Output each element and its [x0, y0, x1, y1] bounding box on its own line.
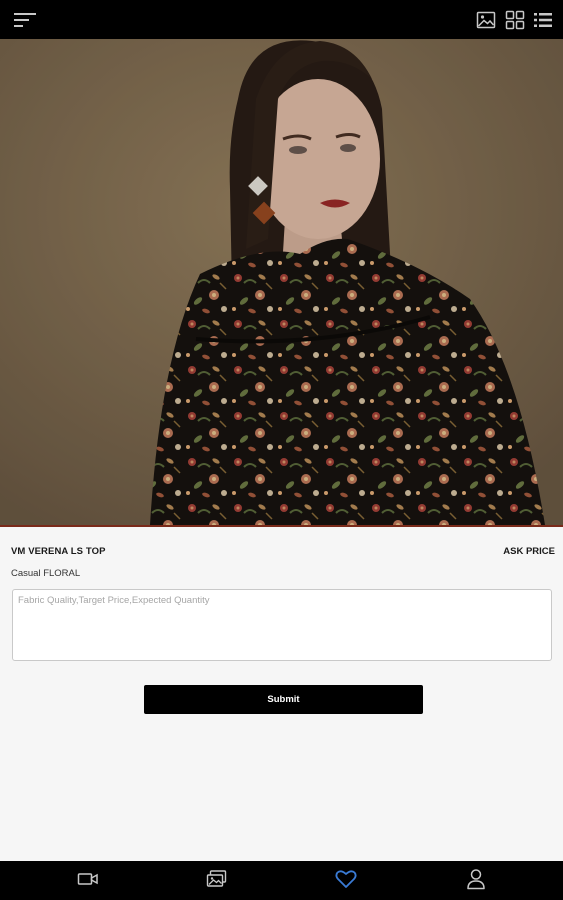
product-subtitle: Casual FLORAL	[11, 568, 81, 579]
submit-button[interactable]: Submit	[144, 685, 423, 714]
product-photo[interactable]	[0, 39, 563, 525]
photos-icon	[206, 869, 228, 894]
list-icon[interactable]	[531, 8, 555, 32]
inquiry-field[interactable]	[12, 589, 552, 661]
ask-price-label[interactable]: ASK PRICE	[503, 546, 555, 557]
bottom-nav-bar	[0, 861, 563, 900]
grid-icon[interactable]	[503, 8, 527, 32]
top-app-bar	[0, 0, 563, 39]
user-icon	[466, 868, 486, 895]
tab-photos[interactable]	[205, 869, 229, 893]
gallery-icon[interactable]	[474, 8, 498, 32]
product-detail-panel: VM VERENA LS TOP ASK PRICE Casual FLORAL…	[0, 525, 563, 861]
menu-icon[interactable]	[13, 8, 37, 32]
tab-account[interactable]	[464, 868, 488, 895]
heart-icon	[335, 869, 357, 894]
product-title: VM VERENA LS TOP	[11, 546, 106, 557]
tab-video[interactable]	[76, 869, 100, 893]
tab-favorites[interactable]	[334, 869, 358, 893]
video-icon	[77, 870, 99, 893]
